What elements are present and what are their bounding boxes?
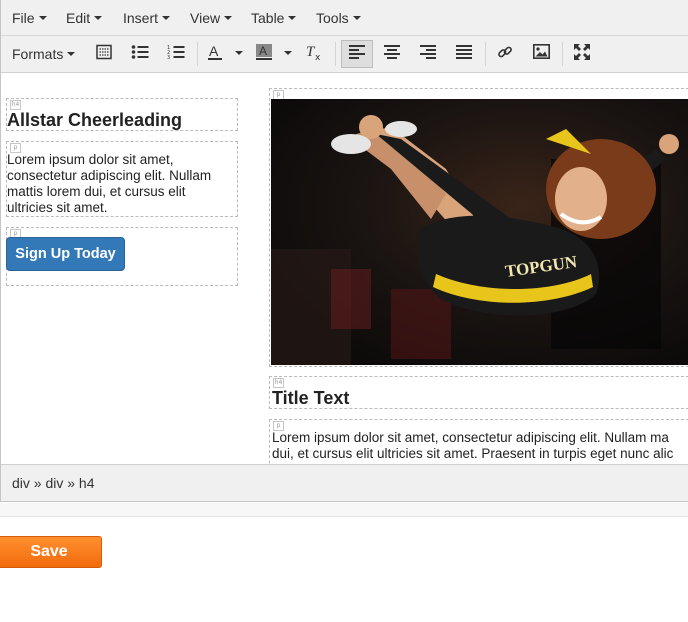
editor-content[interactable]: h4 Allstar Cheerleading p Lorem ipsum do… <box>1 73 688 464</box>
background-color-icon: A <box>255 43 273 66</box>
right-heading: Title Text <box>272 388 350 408</box>
right-paragraph-line-1: Lorem ipsum dolor sit amet, consectetur … <box>272 430 669 445</box>
toolbar: Formats 123 A A Tx <box>1 36 688 73</box>
formats-label: Formats <box>12 46 64 62</box>
image-icon <box>532 44 550 64</box>
chevron-down-icon <box>284 51 292 55</box>
svg-text:A: A <box>259 44 267 58</box>
chevron-down-icon <box>38 16 47 21</box>
clear-formatting-icon: Tx <box>305 43 323 66</box>
chevron-down-icon <box>288 16 297 21</box>
menu-file[interactable]: File <box>12 0 47 36</box>
text-color-dropdown[interactable] <box>233 40 245 68</box>
menu-label: Table <box>251 10 285 26</box>
menu-view[interactable]: View <box>190 0 233 36</box>
menu-label: File <box>12 10 35 26</box>
chevron-down-icon <box>94 16 103 21</box>
fullscreen-button[interactable] <box>567 40 597 68</box>
menu-table[interactable]: Table <box>251 0 297 36</box>
h4-tag-marker: h4 <box>10 100 21 110</box>
align-justify-button[interactable] <box>449 40 479 68</box>
toolbar-separator <box>562 42 563 66</box>
svg-text:3: 3 <box>167 55 170 60</box>
source-code-icon <box>96 44 112 65</box>
link-icon <box>497 44 513 65</box>
cheerleader-illustration: TOPGUN <box>271 115 679 365</box>
align-right-icon <box>420 44 436 64</box>
menu-label: View <box>190 10 221 26</box>
toolbar-separator <box>335 42 336 66</box>
left-paragraph: Lorem ipsum dolor sit amet, consectetur … <box>7 152 212 215</box>
toolbar-separator <box>197 42 198 66</box>
background-color-button[interactable]: A <box>249 40 279 68</box>
title-block[interactable]: h4 Title Text <box>269 376 688 409</box>
svg-text:A: A <box>209 43 219 59</box>
align-left-button[interactable] <box>341 40 373 68</box>
formats-dropdown[interactable]: Formats <box>12 36 76 73</box>
numbered-list-button[interactable]: 123 <box>161 40 191 68</box>
chevron-down-icon <box>352 16 361 21</box>
chevron-down-icon <box>162 16 171 21</box>
h4-tag-marker: h4 <box>273 378 284 388</box>
menu-label: Tools <box>316 10 349 26</box>
chevron-down-icon <box>235 51 243 55</box>
element-path-statusbar: div » div » h4 <box>1 464 688 501</box>
menu-label: Insert <box>123 10 159 26</box>
align-center-button[interactable] <box>377 40 407 68</box>
align-right-button[interactable] <box>413 40 443 68</box>
bullet-list-button[interactable] <box>125 40 155 68</box>
right-paragraph-block[interactable]: p Lorem ipsum dolor sit amet, consectetu… <box>269 419 688 464</box>
chevron-down-icon <box>67 52 76 57</box>
menu-label: Edit <box>66 10 91 26</box>
bullet-list-icon <box>131 44 149 65</box>
menu-tools[interactable]: Tools <box>316 0 361 36</box>
insert-image-button[interactable] <box>526 40 556 68</box>
numbered-list-icon: 123 <box>167 44 185 65</box>
chevron-down-icon <box>224 16 233 21</box>
svg-text:x: x <box>315 53 321 61</box>
fullscreen-icon <box>574 43 590 65</box>
align-justify-icon <box>456 44 472 64</box>
sign-up-button[interactable]: Sign Up Today <box>6 237 125 271</box>
text-color-button[interactable]: A <box>200 40 230 68</box>
text-color-icon: A <box>206 43 224 66</box>
menubar: File Edit Insert View Table Tools <box>1 0 688 36</box>
clear-formatting-button[interactable]: Tx <box>299 40 329 68</box>
paragraph-block[interactable]: p Lorem ipsum dolor sit amet, consectetu… <box>6 141 238 217</box>
element-path[interactable]: div » div » h4 <box>12 475 95 491</box>
menu-edit[interactable]: Edit <box>66 0 103 36</box>
left-heading: Allstar Cheerleading <box>7 110 183 130</box>
align-left-icon <box>349 44 365 64</box>
toolbar-separator <box>485 42 486 66</box>
background-color-dropdown[interactable] <box>282 40 294 68</box>
editor-footer-divider <box>0 503 688 517</box>
heading-block[interactable]: h4 Allstar Cheerleading <box>6 98 238 131</box>
source-code-button[interactable] <box>89 40 119 68</box>
menu-insert[interactable]: Insert <box>123 0 171 36</box>
cheerleader-photo: TOPGUN <box>271 99 688 365</box>
rich-text-editor: File Edit Insert View Table Tools Format… <box>0 0 688 502</box>
insert-link-button[interactable] <box>490 40 520 68</box>
align-center-icon <box>384 44 400 64</box>
save-button[interactable]: Save <box>0 536 102 568</box>
right-paragraph-line-2: dui, et cursus elit ultricies sit amet. … <box>272 446 674 461</box>
